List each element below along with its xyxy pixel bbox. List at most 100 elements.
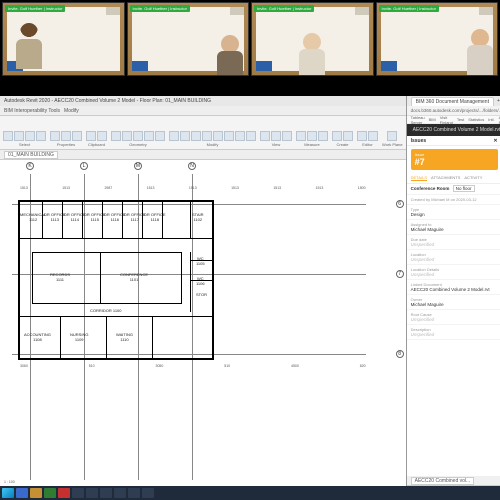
browser-tab[interactable]: BIM 360 Document Management bbox=[411, 97, 494, 106]
bookmark-item[interactable]: BIM bbox=[429, 117, 436, 122]
browser-tabstrip: BIM 360 Document Management + bbox=[407, 96, 500, 106]
ribbon-button[interactable] bbox=[282, 131, 292, 141]
dimension: 510 bbox=[89, 364, 95, 368]
browser-window: BIM 360 Document Management + docs.b360.… bbox=[407, 96, 500, 486]
ribbon-button[interactable] bbox=[122, 131, 132, 141]
ribbon-button[interactable] bbox=[50, 131, 60, 141]
taskbar-item[interactable] bbox=[58, 488, 70, 498]
ribbon-tab[interactable]: BIM Interoperability Tools bbox=[4, 108, 60, 114]
ribbon-button[interactable] bbox=[144, 131, 154, 141]
meeting-video-strip: Invite. Golf Huether | Instructor Invite… bbox=[0, 0, 500, 80]
issue-field[interactable]: Due dateUnspecified bbox=[407, 235, 500, 250]
bookmark-item[interactable]: Tableau Server bbox=[411, 115, 425, 125]
ribbon-button[interactable] bbox=[296, 131, 306, 141]
meeting-bar bbox=[0, 80, 500, 96]
ribbon-group: Select bbox=[2, 131, 47, 147]
issue-field[interactable]: DescriptionUnspecified bbox=[407, 325, 500, 340]
ribbon-button[interactable] bbox=[180, 131, 190, 141]
ribbon-button[interactable] bbox=[169, 131, 179, 141]
revit-titlebar: Autodesk Revit 2020 - AECC20 Combined Vo… bbox=[0, 96, 406, 106]
issue-field[interactable]: Location DetailsUnspecified bbox=[407, 265, 500, 280]
bookmark-item[interactable]: Test bbox=[457, 117, 464, 122]
start-button[interactable] bbox=[2, 488, 14, 498]
video-tile[interactable]: Invite. Golf Huether | Instructor bbox=[376, 2, 499, 76]
video-tile[interactable]: Invite. Golf Huether | Instructor bbox=[127, 2, 250, 76]
ribbon-button[interactable] bbox=[332, 131, 342, 141]
ribbon-button[interactable] bbox=[368, 131, 378, 141]
dimension: 1513 bbox=[316, 186, 324, 190]
issue-tab-details[interactable]: DETAILS bbox=[411, 175, 427, 181]
bookmark-item[interactable]: Statistics bbox=[468, 117, 484, 122]
ribbon-button[interactable] bbox=[318, 131, 328, 141]
room-label: DR OFFICE1113 bbox=[44, 212, 66, 222]
issue-title-field[interactable]: Conference Room No floor bbox=[407, 184, 500, 195]
taskbar-item[interactable] bbox=[72, 488, 84, 498]
ribbon-button[interactable] bbox=[97, 131, 107, 141]
ribbon-group-label: Editor bbox=[362, 142, 372, 147]
ribbon-button[interactable] bbox=[72, 131, 82, 141]
ribbon-button[interactable] bbox=[246, 131, 256, 141]
taskbar-item[interactable] bbox=[44, 488, 56, 498]
dimension: 1513 bbox=[62, 186, 70, 190]
issue-field[interactable]: Assigned toMichael Maguire bbox=[407, 220, 500, 235]
ribbon-button[interactable] bbox=[36, 131, 46, 141]
ribbon-button[interactable] bbox=[307, 131, 317, 141]
ribbon-button[interactable] bbox=[387, 131, 397, 141]
issues-panel: Issues ✕ Issue #7 DETAILS ATTACHMENTS AC… bbox=[407, 136, 500, 476]
room-label: STOR bbox=[196, 292, 207, 297]
ribbon-button[interactable] bbox=[202, 131, 212, 141]
dimension: 1513 bbox=[147, 186, 155, 190]
scale-indicator: 1 : 100 bbox=[4, 480, 15, 484]
taskbar-item[interactable] bbox=[16, 488, 28, 498]
view-tab[interactable]: 01_MAIN BUILDING bbox=[4, 151, 58, 159]
issue-field[interactable]: LocationUnspecified bbox=[407, 250, 500, 265]
issue-tab-attachments[interactable]: ATTACHMENTS bbox=[431, 175, 460, 181]
ribbon-button[interactable] bbox=[191, 131, 201, 141]
taskbar-item[interactable] bbox=[30, 488, 42, 498]
ribbon-button[interactable] bbox=[224, 131, 234, 141]
ribbon-button[interactable] bbox=[133, 131, 143, 141]
bookmark-item[interactable]: Intl. bbox=[488, 117, 494, 122]
sheet-tab[interactable]: AECC20 Combined vol... bbox=[411, 477, 475, 485]
ribbon-button[interactable] bbox=[14, 131, 24, 141]
ribbon-button[interactable] bbox=[343, 131, 353, 141]
floor-plan-canvas[interactable]: K L M N 6 7 8 15131513298715131513151315… bbox=[0, 160, 406, 486]
bookmark-item[interactable]: Visit Finland bbox=[440, 115, 453, 125]
ribbon-button[interactable] bbox=[25, 131, 35, 141]
ribbon-button[interactable] bbox=[61, 131, 71, 141]
ribbon-button[interactable] bbox=[260, 131, 270, 141]
grid-bubble: 8 bbox=[396, 350, 404, 358]
taskbar-item[interactable] bbox=[86, 488, 98, 498]
issue-card[interactable]: Issue #7 bbox=[411, 149, 498, 170]
ribbon-button[interactable] bbox=[357, 131, 367, 141]
room-label: DR OFFICE1114 bbox=[64, 212, 86, 222]
issue-field[interactable]: OwnerMichael Maguire bbox=[407, 295, 500, 310]
participant-label: Invite. Golf Huether | Instructor bbox=[5, 5, 65, 12]
room-label: STAIR1102 bbox=[192, 212, 203, 222]
revit-tabstrip[interactable]: BIM Interoperability Tools Modify bbox=[0, 106, 406, 116]
taskbar-item[interactable] bbox=[128, 488, 140, 498]
video-tile[interactable]: Invite. Golf Huether | Instructor bbox=[251, 2, 374, 76]
ribbon-button[interactable] bbox=[3, 131, 13, 141]
ribbon-button[interactable] bbox=[86, 131, 96, 141]
taskbar-item[interactable] bbox=[142, 488, 154, 498]
ribbon-button[interactable] bbox=[213, 131, 223, 141]
windows-taskbar bbox=[0, 486, 500, 500]
video-tile[interactable]: Invite. Golf Huether | Instructor bbox=[2, 2, 125, 76]
field-value: Unspecified bbox=[411, 257, 498, 262]
ribbon-group: Work Plane bbox=[381, 131, 404, 147]
ribbon-button[interactable] bbox=[235, 131, 245, 141]
taskbar-item[interactable] bbox=[114, 488, 126, 498]
ribbon-button[interactable] bbox=[271, 131, 281, 141]
ribbon-button[interactable] bbox=[155, 131, 165, 141]
issue-field[interactable]: Root CauseUnspecified bbox=[407, 310, 500, 325]
issue-field[interactable]: TypeDesign bbox=[407, 205, 500, 220]
new-tab-button[interactable]: + bbox=[497, 98, 500, 104]
close-icon[interactable]: ✕ bbox=[493, 136, 497, 146]
issue-field[interactable]: Linked DocumentAECC20 Combined Volume 2 … bbox=[407, 280, 500, 295]
room-label: WAITING1110 bbox=[116, 332, 133, 342]
ribbon-tab[interactable]: Modify bbox=[64, 108, 79, 114]
ribbon-button[interactable] bbox=[111, 131, 121, 141]
taskbar-item[interactable] bbox=[100, 488, 112, 498]
issue-tab-activity[interactable]: ACTIVITY bbox=[464, 175, 482, 181]
